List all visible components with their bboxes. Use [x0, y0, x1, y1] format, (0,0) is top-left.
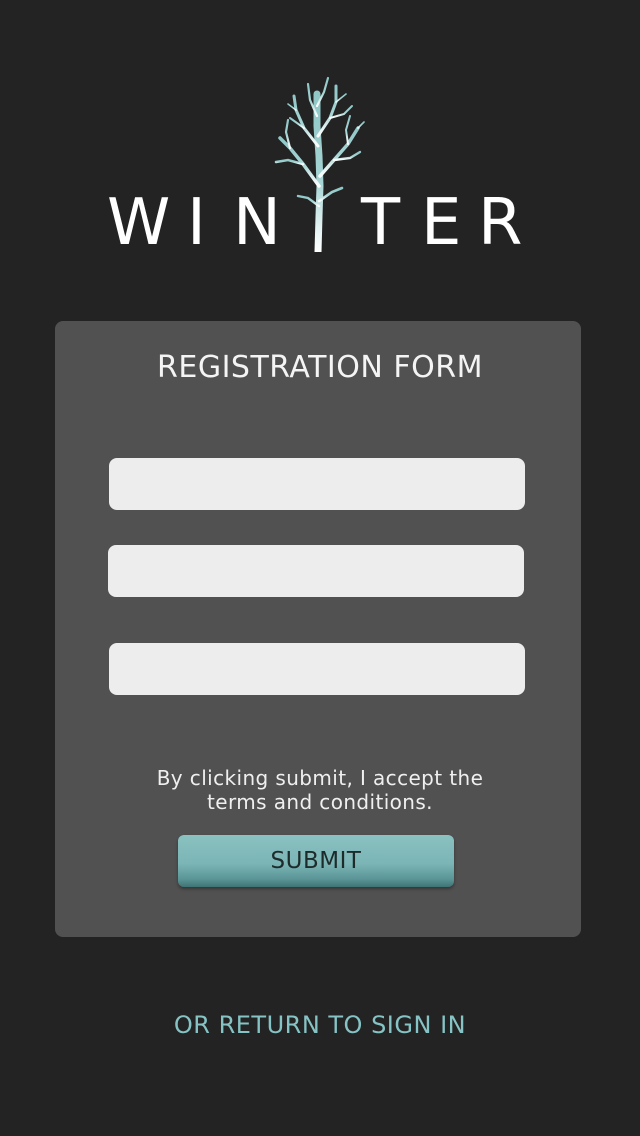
submit-button[interactable]: SUBMIT	[178, 835, 454, 887]
logo-letter-r: R	[478, 186, 523, 260]
return-to-sign-in-link[interactable]: OR RETURN TO SIGN IN	[0, 1008, 640, 1042]
form-title: REGISTRATION FORM	[157, 350, 483, 385]
terms-line-2: terms and conditions.	[207, 790, 433, 814]
registration-screen: W I N T E R REGISTRATION FORM By clickin…	[0, 0, 640, 1136]
terms-line-1: By clicking submit, I accept the	[156, 766, 484, 790]
logo-letter-e: E	[421, 186, 462, 260]
terms-text: By clicking submit, I accept the terms a…	[0, 766, 640, 814]
registration-field-1[interactable]	[109, 458, 525, 510]
logo-letter-w: W	[107, 186, 171, 260]
registration-field-2[interactable]	[108, 545, 524, 597]
logo-letter-i: I	[187, 186, 206, 260]
logo-letter-t: T	[361, 186, 401, 260]
tree-icon	[274, 76, 365, 252]
registration-field-3[interactable]	[109, 643, 525, 695]
